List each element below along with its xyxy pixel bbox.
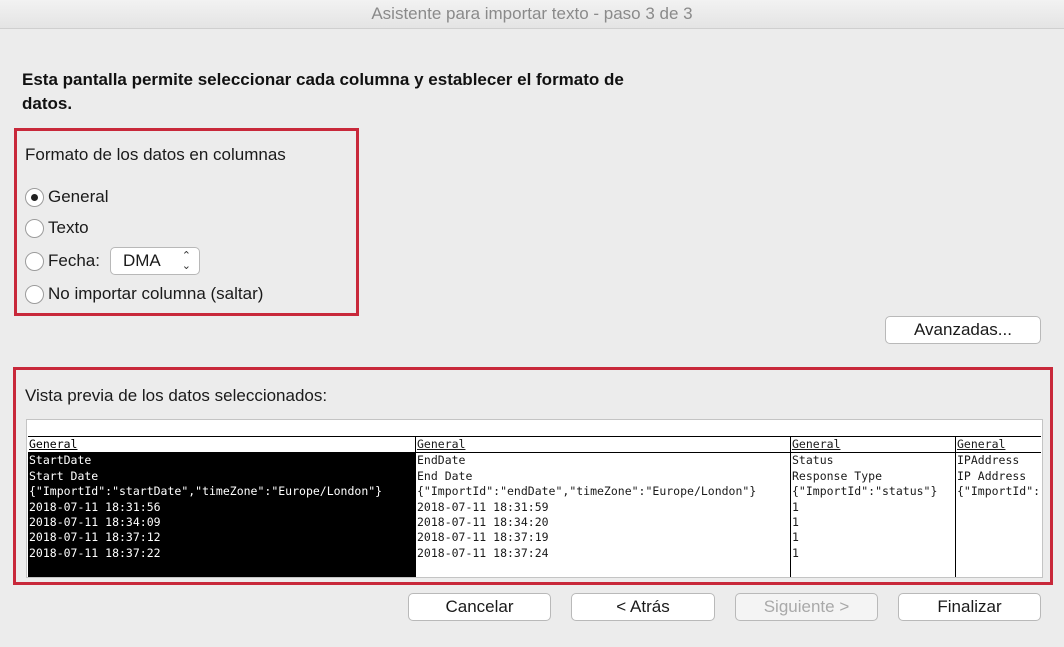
window-title: Asistente para importar texto - paso 3 d… — [371, 4, 693, 23]
table-cell: 2018-07-11 18:37:24 — [417, 545, 549, 560]
radio-skip-label: No importar columna (saltar) — [48, 284, 264, 303]
table-cell: Start Date — [29, 468, 99, 483]
table-cell: 2018-07-11 18:37:19 — [417, 530, 549, 545]
table-cell: {"ImportId": — [957, 484, 1041, 499]
instructions-text: Esta pantalla permite seleccionar cada c… — [22, 70, 624, 113]
radio-text[interactable]: Texto — [25, 218, 89, 238]
table-cell: {"ImportId":"status"} — [792, 484, 938, 499]
table-cell: 2018-07-11 18:37:22 — [29, 545, 161, 560]
chevron-updown-icon: ⌃ ⌄ — [181, 250, 191, 272]
table-cell: 2018-07-11 18:34:09 — [29, 515, 161, 530]
radio-date-label: Fecha: — [48, 251, 100, 270]
table-cell: 2018-07-11 18:34:20 — [417, 515, 549, 530]
window-title-bar: Asistente para importar texto - paso 3 d… — [0, 0, 1064, 29]
column-header[interactable]: General — [416, 437, 790, 454]
column-format-title: Formato de los datos en columnas — [25, 145, 286, 164]
table-cell: IP Address — [957, 468, 1027, 483]
data-preview-group: Vista previa de los datos seleccionados:… — [13, 367, 1053, 585]
table-cell: {"ImportId":"startDate","timeZone":"Euro… — [29, 484, 383, 499]
radio-skip-column[interactable]: No importar columna (saltar) — [25, 284, 263, 304]
preview-columns: General StartDate Start Date {"ImportId"… — [28, 436, 1041, 577]
date-format-value: DMA — [122, 251, 161, 270]
advanced-button[interactable]: Avanzadas... — [885, 316, 1041, 344]
column-header[interactable]: General — [28, 437, 415, 454]
radio-date[interactable]: Fecha: DMA ⌃ ⌄ — [25, 247, 200, 275]
table-cell: 1 — [792, 499, 799, 514]
preview-column-3[interactable]: General Status Response Type {"ImportId"… — [791, 437, 956, 577]
table-cell: 2018-07-11 18:31:56 — [29, 499, 161, 514]
table-cell: IPAddress — [957, 453, 1020, 468]
radio-general-label: General — [48, 187, 109, 206]
radio-text-label: Texto — [48, 218, 89, 237]
column-format-group: Formato de los datos en columnas General… — [14, 128, 359, 316]
data-preview-title: Vista previa de los datos seleccionados: — [25, 386, 328, 405]
finish-button[interactable]: Finalizar — [898, 593, 1041, 621]
radio-button-general[interactable] — [25, 187, 44, 207]
cancel-button[interactable]: Cancelar — [408, 593, 551, 621]
table-cell: 2018-07-11 18:37:12 — [29, 530, 161, 545]
radio-button-text[interactable] — [25, 218, 44, 238]
data-preview-grid[interactable]: General StartDate Start Date {"ImportId"… — [26, 419, 1043, 578]
table-cell: {"ImportId":"endDate","timeZone":"Europe… — [417, 484, 757, 499]
preview-column-4[interactable]: General IPAddress IP Address {"ImportId"… — [956, 437, 1041, 577]
radio-general[interactable]: General — [25, 187, 108, 207]
radio-selected-dot — [31, 193, 38, 201]
table-cell: EndDate — [417, 453, 466, 468]
radio-button-skip[interactable] — [25, 284, 44, 304]
date-format-select[interactable]: DMA ⌃ ⌄ — [109, 247, 200, 275]
table-cell: 1 — [792, 545, 799, 560]
radio-button-date[interactable] — [25, 251, 44, 271]
table-cell: 1 — [792, 515, 799, 530]
column-header[interactable]: General — [956, 437, 1041, 454]
preview-column-2[interactable]: General EndDate End Date {"ImportId":"en… — [416, 437, 791, 577]
table-cell: End Date — [417, 468, 473, 483]
column-header[interactable]: General — [791, 437, 955, 454]
back-button[interactable]: < Atrás — [571, 593, 715, 621]
table-cell: Status — [792, 453, 834, 468]
next-button[interactable]: Siguiente > — [735, 593, 878, 621]
preview-column-1[interactable]: General StartDate Start Date {"ImportId"… — [28, 437, 416, 577]
table-cell: 2018-07-11 18:31:59 — [417, 499, 549, 514]
table-cell: StartDate — [29, 453, 92, 468]
table-cell: 1 — [792, 530, 799, 545]
table-cell: Response Type — [792, 468, 883, 483]
